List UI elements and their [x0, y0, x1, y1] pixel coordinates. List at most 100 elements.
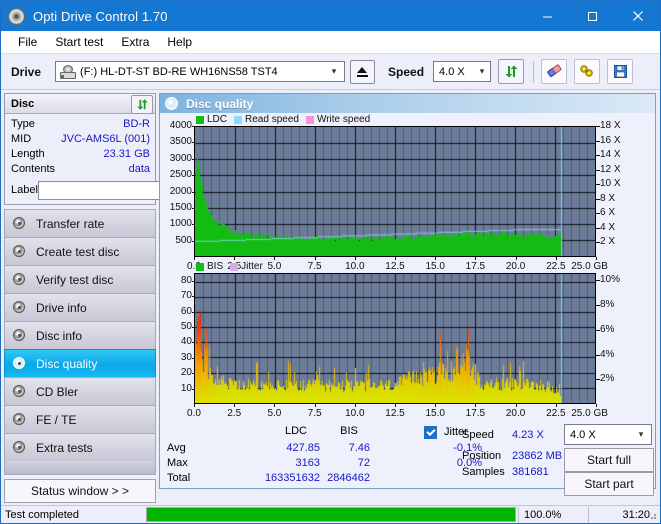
x-tick-label: 10.0 — [345, 261, 365, 272]
jitter-checkbox[interactable] — [424, 426, 437, 439]
x-tick-mark — [515, 257, 517, 260]
x-tick-mark — [596, 257, 597, 260]
menu-item-extra[interactable]: Extra — [112, 33, 158, 51]
result-speed-value: 4.0 X — [570, 428, 596, 441]
save-button[interactable] — [607, 59, 634, 84]
status-bar: Test completed 100.0% 31:20 — [1, 505, 660, 523]
legend-ldc: LDC — [196, 114, 227, 125]
eject-button[interactable] — [350, 59, 376, 84]
x-tick-mark — [596, 404, 597, 407]
bis-plot — [194, 273, 596, 404]
stats-samples-label: Samples — [462, 466, 505, 478]
disc-row-length-value: 23.31 GB — [103, 148, 150, 160]
refresh-icon — [505, 65, 518, 78]
x-tick-mark — [555, 404, 557, 407]
sidebar-item-disc-info[interactable]: Disc info — [4, 321, 156, 349]
sidebar-item-extra-tests[interactable]: Extra tests — [4, 433, 156, 461]
refresh-button[interactable] — [498, 59, 525, 84]
stats-max-bis: 72 — [357, 457, 370, 469]
x-tick-mark — [314, 404, 316, 407]
y-tick-mark — [192, 357, 195, 359]
y2-tick-mark — [596, 354, 600, 356]
disc-test-icon — [12, 384, 29, 399]
result-speed-select[interactable]: 4.0 X ▾ — [564, 424, 652, 445]
start-full-button[interactable]: Start full — [564, 448, 654, 472]
disc-row-contents: Contents data — [11, 162, 150, 177]
menu-bar: File Start test Extra Help — [1, 31, 660, 54]
y-tick-label: 1000 — [169, 218, 192, 230]
sidebar-item-label: Drive info — [36, 300, 87, 315]
sidebar-item-label: Extra tests — [36, 440, 93, 455]
stats-row-total-label: Total — [167, 472, 191, 484]
x-tick-mark — [515, 404, 517, 407]
disc-test-icon — [12, 412, 29, 427]
x-tick-mark — [314, 257, 316, 260]
sidebar-item-label: Verify test disc — [36, 272, 114, 287]
y-tick-label: 3500 — [169, 136, 192, 148]
stats-avg-bis: 7.46 — [348, 442, 370, 454]
y2-tick-mark — [596, 155, 600, 157]
toolbar-divider — [533, 60, 535, 83]
disc-refresh-button[interactable] — [131, 95, 153, 114]
stats-max-ldc: 3163 — [295, 457, 320, 469]
ldc-chart-legend: LDC Read speed Write speed — [196, 114, 377, 125]
y2-tick-label: 16 X — [600, 134, 621, 146]
menu-item-help[interactable]: Help — [158, 33, 201, 51]
x-tick-mark — [475, 257, 477, 260]
eject-icon — [357, 66, 369, 77]
y-tick-mark — [192, 224, 195, 226]
disc-info-box: Disc Type BD-R MID JVC-AMS6L (001) Lengt… — [4, 93, 240, 205]
sidebar-item-create-test-disc[interactable]: Create test disc — [4, 237, 156, 265]
disc-label-row: Label — [11, 180, 240, 200]
sidebar-item-fe-te[interactable]: FE / TE — [4, 405, 156, 433]
y-tick-mark — [192, 126, 195, 127]
stats-avg-ldc: 427.85 — [286, 442, 320, 454]
sidebar-item-disc-quality[interactable]: Disc quality — [4, 349, 156, 377]
x-tick-label: 7.5 — [307, 261, 322, 272]
panel-title: Disc quality — [186, 96, 254, 111]
legend-swatch-icon — [234, 115, 243, 124]
chevron-down-icon: ▾ — [331, 66, 337, 76]
drive-select[interactable]: (F:) HL-DT-ST BD-RE WH16NS58 TST4 ▾ — [55, 61, 346, 82]
chevron-down-icon: ▾ — [479, 66, 485, 76]
x-tick-label: 22.5 — [546, 261, 566, 272]
maximize-icon[interactable] — [570, 1, 615, 31]
y-tick-label: 2500 — [169, 169, 192, 181]
y2-tick-mark — [596, 198, 600, 200]
x-tick-label: 7.5 — [307, 408, 322, 419]
disc-test-icon — [12, 440, 29, 455]
resize-grip-icon[interactable] — [648, 511, 657, 520]
x-tick-label: 20.0 — [505, 261, 526, 272]
close-icon[interactable] — [615, 1, 660, 31]
sidebar-item-cd-bler[interactable]: CD Bler — [4, 377, 156, 405]
window-controls — [525, 1, 660, 31]
x-tick-label: 15.0 — [425, 261, 445, 272]
sidebar-item-label: CD Bler — [36, 384, 79, 399]
y2-tick-label: 10 X — [600, 178, 621, 190]
y-tick-label: 3000 — [169, 152, 192, 164]
x-tick-mark — [194, 404, 195, 407]
disc-row-type-value: BD-R — [123, 118, 150, 130]
sidebar-item-transfer-rate[interactable]: Transfer rate — [4, 209, 156, 237]
sidebar-item-verify-test-disc[interactable]: Verify test disc — [4, 265, 156, 293]
legend-jitter: Jitter — [230, 261, 263, 272]
y2-tick-mark — [596, 169, 600, 171]
refresh-icon — [136, 99, 148, 110]
menu-item-start-test[interactable]: Start test — [46, 33, 112, 51]
status-window-button[interactable]: Status window > > — [4, 479, 156, 503]
erase-button[interactable] — [541, 59, 568, 84]
y2-tick-mark — [596, 242, 600, 244]
stats-total-ldc: 163351632 — [264, 472, 320, 484]
y-tick-label: 500 — [175, 234, 192, 246]
y2-tick-label: 6 X — [600, 207, 616, 219]
tools-button[interactable] — [574, 59, 601, 84]
minimize-icon[interactable] — [525, 1, 570, 31]
x-tick-mark — [354, 404, 356, 407]
start-part-button[interactable]: Start part — [564, 472, 654, 496]
y2-tick-mark — [596, 213, 600, 215]
x-tick-label: 10.0 — [345, 408, 365, 419]
sidebar-item-drive-info[interactable]: Drive info — [4, 293, 156, 321]
speed-select[interactable]: 4.0 X ▾ — [433, 61, 492, 82]
disc-row-contents-key: Contents — [11, 163, 56, 175]
menu-item-file[interactable]: File — [9, 33, 46, 51]
